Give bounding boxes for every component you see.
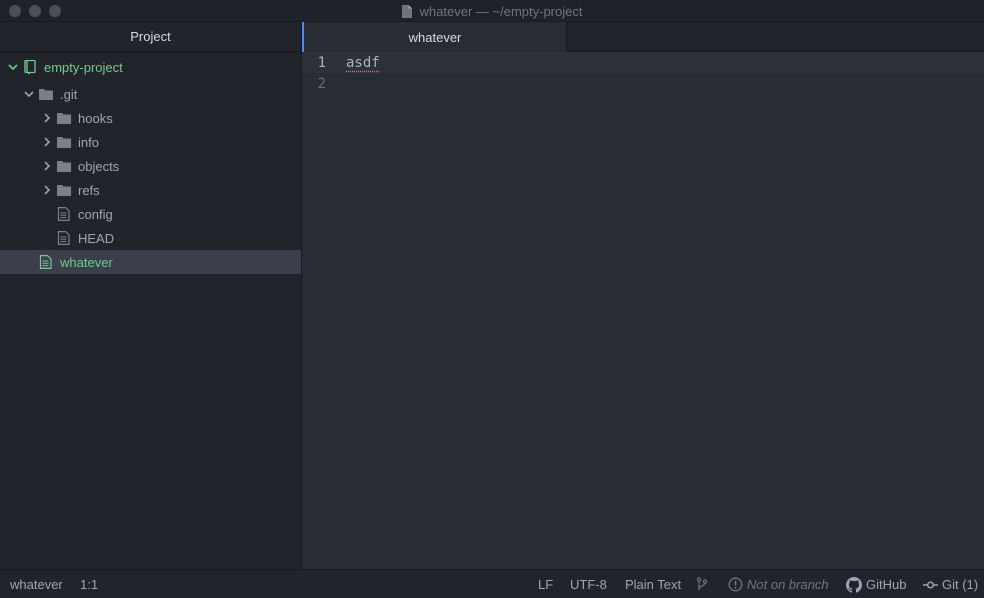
tree-item-head[interactable]: HEAD xyxy=(0,226,301,250)
tree-item-label: empty-project xyxy=(44,59,123,75)
branch-label: Not on branch xyxy=(747,577,829,592)
chevron-down-icon[interactable] xyxy=(22,87,36,101)
repo-icon xyxy=(22,60,38,74)
status-encoding[interactable]: UTF-8 xyxy=(570,570,607,598)
tree-item-hooks[interactable]: hooks xyxy=(0,106,301,130)
status-file-name[interactable]: whatever xyxy=(10,570,63,598)
tree-item-label: info xyxy=(78,134,99,150)
editor-line[interactable]: 1 asdf xyxy=(302,52,984,73)
folder-icon xyxy=(56,183,72,197)
window-title-wrap: whatever — ~/empty-project xyxy=(0,0,984,22)
tree-item-whatever[interactable]: whatever xyxy=(0,250,301,274)
status-grammar[interactable]: Plain Text xyxy=(625,570,681,598)
document-icon xyxy=(401,4,412,18)
tree-item-label: config xyxy=(78,206,113,222)
status-cursor-position[interactable]: 1:1 xyxy=(80,570,98,598)
file-text-icon xyxy=(38,255,54,269)
tree-item-config[interactable]: config xyxy=(0,202,301,226)
git-label: Git (1) xyxy=(942,577,979,592)
tree-view: Project empty-project .git hooks info ob… xyxy=(0,22,302,569)
github-icon xyxy=(846,576,862,593)
folder-icon xyxy=(56,159,72,173)
text-editor[interactable]: 1 asdf 2 xyxy=(302,52,984,569)
line-text[interactable]: asdf xyxy=(346,55,380,71)
github-label: GitHub xyxy=(866,577,907,592)
tree-item-label: .git xyxy=(60,86,78,102)
line-number: 1 xyxy=(317,54,326,71)
editor-line[interactable]: 2 xyxy=(302,73,984,94)
chevron-right-icon[interactable] xyxy=(40,183,54,197)
chevron-down-icon[interactable] xyxy=(6,60,20,74)
tab-bar: whatever xyxy=(302,22,984,52)
tab-label: whatever xyxy=(408,29,462,45)
status-line-ending[interactable]: LF xyxy=(538,570,553,598)
folder-icon xyxy=(56,111,72,125)
github-button[interactable]: GitHub xyxy=(846,570,906,598)
tree-item-refs[interactable]: refs xyxy=(0,178,301,202)
tree-item-empty-project[interactable]: empty-project xyxy=(0,55,301,79)
status-branch[interactable]: Not on branch xyxy=(728,570,829,598)
tree-item-label: HEAD xyxy=(78,230,115,246)
file-text-icon xyxy=(56,207,72,221)
line-number: 2 xyxy=(317,75,326,92)
tree-item-label: hooks xyxy=(78,110,113,126)
git-button[interactable]: Git (1) xyxy=(923,570,978,598)
tree-item-git[interactable]: .git xyxy=(0,82,301,106)
chevron-right-icon[interactable] xyxy=(40,135,54,149)
tree-item-label: whatever xyxy=(60,254,113,270)
git-commit-icon xyxy=(923,580,938,590)
tree-item-label: refs xyxy=(78,182,100,198)
folder-icon xyxy=(56,135,72,149)
window-title: whatever — ~/empty-project xyxy=(419,3,583,19)
alert-icon xyxy=(728,577,743,592)
chevron-right-icon[interactable] xyxy=(40,159,54,173)
folder-open-icon xyxy=(38,87,54,101)
tree-view-header[interactable]: Project xyxy=(0,22,301,52)
tree-item-label: objects xyxy=(78,158,120,174)
tab-whatever[interactable]: whatever xyxy=(302,22,567,52)
chevron-right-icon[interactable] xyxy=(40,111,54,125)
tree-item-objects[interactable]: objects xyxy=(0,154,301,178)
git-branch-icon[interactable] xyxy=(696,570,708,598)
title-bar: whatever — ~/empty-project xyxy=(0,0,984,22)
file-text-icon xyxy=(56,231,72,245)
tree-item-info[interactable]: info xyxy=(0,130,301,154)
status-bar: whatever 1:1 LF UTF-8 Plain Text Not on … xyxy=(0,569,984,598)
